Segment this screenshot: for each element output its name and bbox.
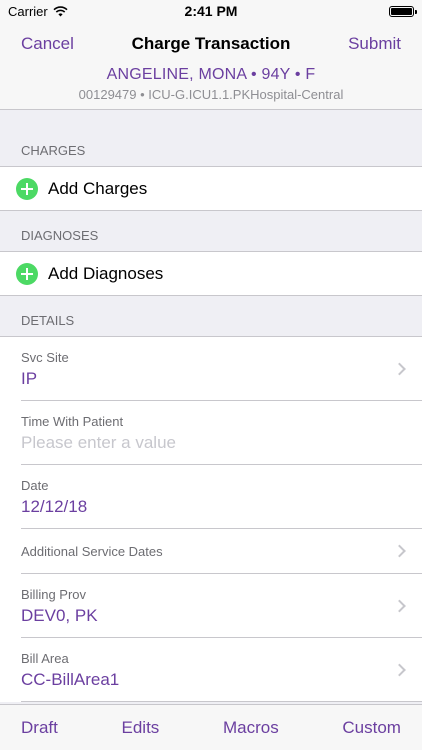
billing-prov-value: DEV0, PK [21, 606, 98, 625]
add-diagnoses-label: Add Diagnoses [48, 263, 164, 283]
nav-bar: Cancel Charge Transaction Submit ANGELIN… [0, 22, 422, 110]
wifi-icon [53, 5, 68, 16]
carrier-label: Carrier [8, 3, 48, 19]
add-icon [16, 262, 38, 285]
add-charges-row[interactable]: Add Charges [0, 166, 422, 211]
patient-location: 00129479 • ICU-G.ICU1.1.PKHospital-Centr… [78, 87, 344, 102]
add-diagnoses-row[interactable]: Add Diagnoses [0, 251, 422, 296]
bill-area-label: Bill Area [21, 651, 69, 666]
details-list: Svc Site IP Time With Patient Please ent… [0, 336, 422, 702]
bottom-toolbar: Draft Edits Macros Custom [0, 704, 422, 750]
bill-area-field[interactable]: Bill Area CC-BillArea1 [21, 638, 422, 702]
status-bar: Carrier 2:41 PM [0, 0, 422, 22]
diagnoses-section-header: DIAGNOSES [21, 228, 99, 243]
date-label: Date [21, 478, 49, 493]
details-section-header: DETAILS [21, 313, 75, 328]
add-charges-label: Add Charges [48, 178, 148, 198]
date-value: 12/12/18 [21, 497, 88, 516]
bill-area-value: CC-BillArea1 [21, 670, 120, 689]
additional-service-dates-field[interactable]: Additional Service Dates [21, 529, 422, 574]
submit-button[interactable]: Submit [348, 34, 401, 54]
edits-button[interactable]: Edits [122, 718, 160, 738]
billing-prov-label: Billing Prov [21, 587, 87, 602]
svc-site-value: IP [21, 369, 38, 388]
patient-banner: ANGELINE, MONA • 94Y • F [106, 66, 316, 83]
chevron-right-icon [393, 544, 406, 558]
svc-site-field[interactable]: Svc Site IP [21, 337, 422, 401]
time-with-patient-label: Time With Patient [21, 414, 124, 429]
date-field[interactable]: Date 12/12/18 [21, 465, 422, 529]
custom-button[interactable]: Custom [342, 718, 401, 738]
additional-service-dates-label: Additional Service Dates [21, 543, 163, 559]
carrier-info: Carrier [8, 4, 68, 19]
macros-button[interactable]: Macros [223, 718, 279, 738]
battery-icon [389, 5, 417, 17]
charges-section-header: CHARGES [21, 143, 86, 158]
add-icon [16, 177, 38, 200]
time-with-patient-input[interactable]: Please enter a value [21, 433, 422, 453]
time-with-patient-field[interactable]: Time With Patient Please enter a value [21, 401, 422, 465]
draft-button[interactable]: Draft [21, 718, 58, 738]
billing-prov-field[interactable]: Billing Prov DEV0, PK [21, 574, 422, 638]
svc-site-label: Svc Site [21, 350, 69, 365]
